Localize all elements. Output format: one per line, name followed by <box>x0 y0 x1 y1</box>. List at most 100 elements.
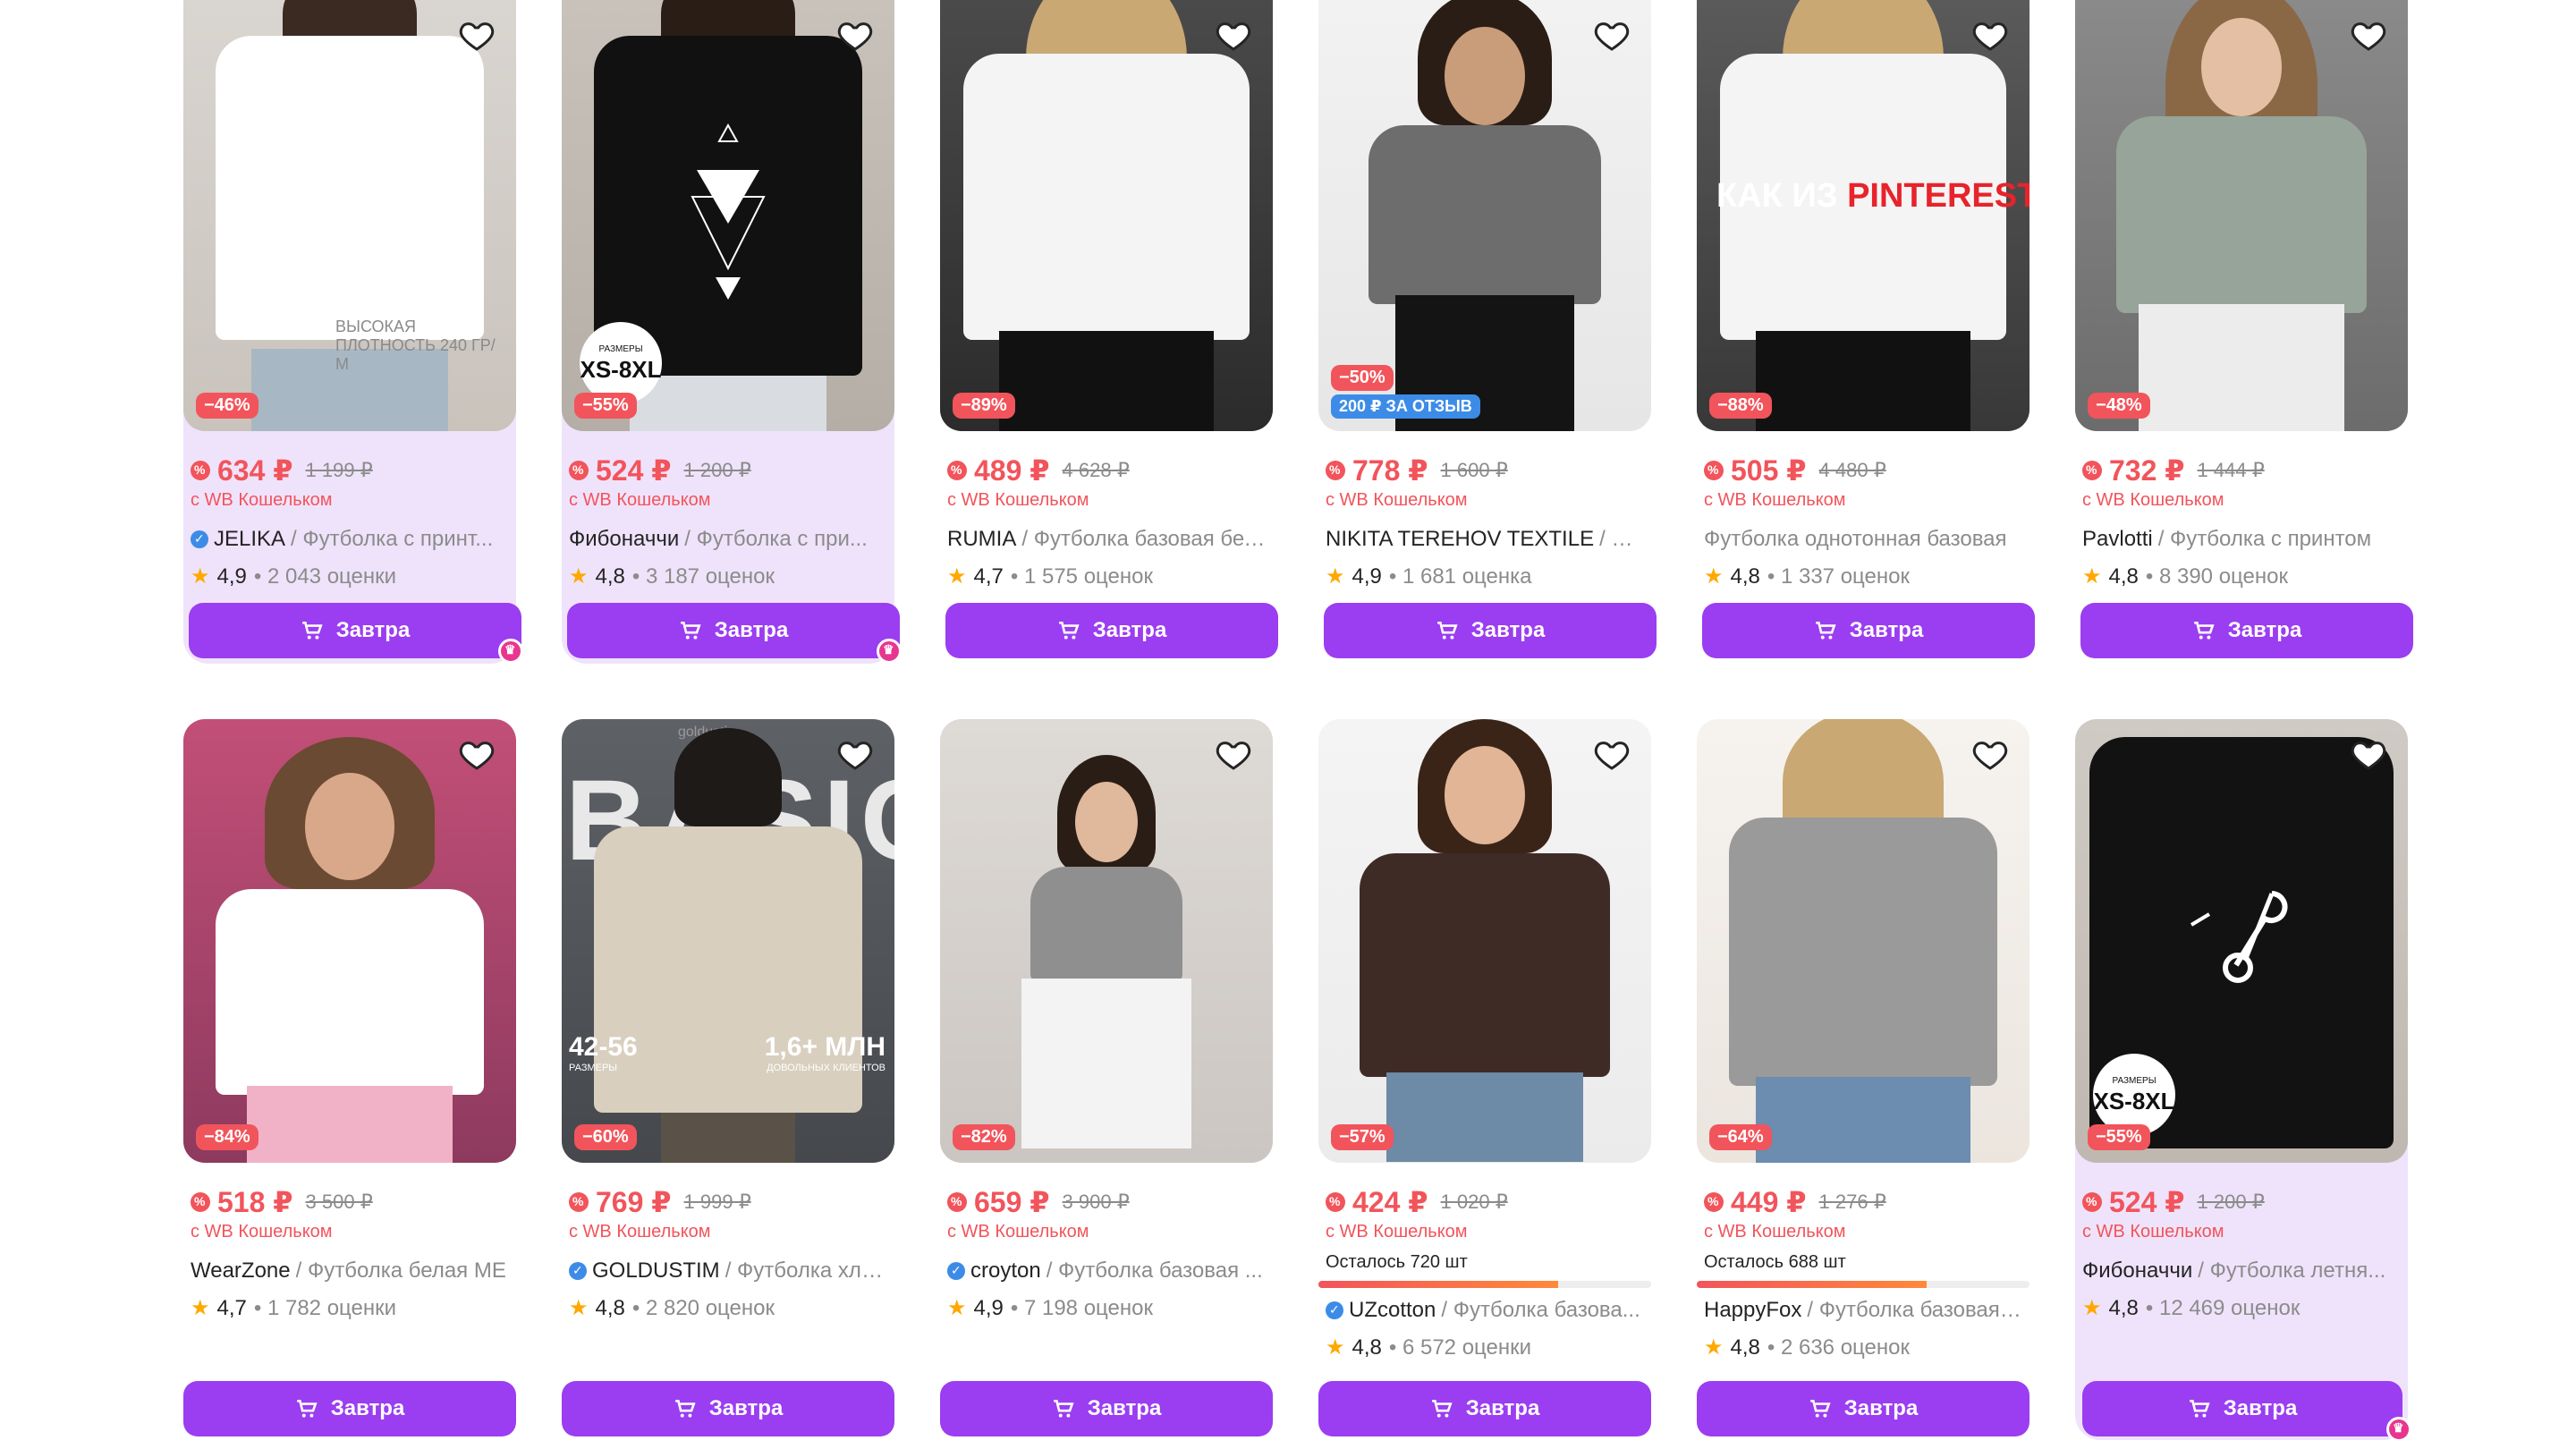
product-name[interactable]: Футболка с принтом <box>2170 527 2371 551</box>
product-name[interactable]: Футболка с при... <box>697 527 868 551</box>
product-name[interactable]: Футболка базовая ... <box>1819 1298 2022 1322</box>
price: 524 ₽ <box>596 454 672 487</box>
brand[interactable]: JELIKA <box>214 527 285 552</box>
add-to-cart-button[interactable]: Завтра <box>2080 603 2413 658</box>
product-card[interactable]: −82% 659 ₽ 3 900 ₽ с WB Кошельком croyton… <box>940 719 1273 1440</box>
product-image[interactable]: −57% <box>1318 719 1651 1163</box>
product-name[interactable]: Футболка базовая бел... <box>1034 527 1266 551</box>
star-icon: ★ <box>569 1296 589 1320</box>
favorite-heart-icon[interactable] <box>1970 735 2010 775</box>
product-name[interactable]: Фу... <box>1611 527 1644 551</box>
product-image[interactable]: −82% <box>940 719 1273 1163</box>
cart-button-label: Завтра <box>1849 618 1924 642</box>
brand[interactable]: UZcotton <box>1349 1298 1436 1323</box>
favorite-heart-icon[interactable] <box>1592 735 1631 775</box>
product-image[interactable]: −64% <box>1697 719 2029 1163</box>
product-name[interactable]: Футболка однотонная базовая <box>1704 527 2007 552</box>
size-range-caption: РАЗМЕРЫ <box>569 1063 618 1073</box>
price: 732 ₽ <box>2109 454 2185 487</box>
product-image[interactable]: ВЫСОКАЯ ПЛОТНОСТЬ 240 ГР/М −46% <box>183 0 516 431</box>
product-image[interactable]: −84% <box>183 719 516 1163</box>
wallet-label: с WB Кошельком <box>1326 490 1468 510</box>
wb-wallet-icon <box>569 461 589 480</box>
review-count[interactable]: 1 575 оценок <box>1024 564 1153 589</box>
wb-wallet-icon <box>1704 1192 1724 1212</box>
product-card[interactable]: РАЗМЕРЫXS-8XL −55% 524 ₽ 1 200 ₽ с WB Кош… <box>2075 719 2411 1442</box>
product-name[interactable]: Футболка базова... <box>1453 1298 1640 1322</box>
add-to-cart-button[interactable]: Завтра <box>189 603 523 664</box>
product-card[interactable]: −64% 449 ₽ 1 276 ₽ с WB Кошельком Осталос… <box>1697 719 2029 1440</box>
favorite-heart-icon[interactable] <box>1214 16 1253 55</box>
favorite-heart-icon[interactable] <box>1592 16 1631 55</box>
review-count[interactable]: 2 820 оценок <box>646 1296 775 1320</box>
brand[interactable]: Фибоначчи <box>569 527 679 552</box>
wb-wallet-icon <box>1326 461 1345 480</box>
favorite-heart-icon[interactable] <box>1214 735 1253 775</box>
favorite-heart-icon[interactable] <box>457 735 496 775</box>
product-name[interactable]: Футболка базовая ... <box>1058 1258 1263 1283</box>
cart-icon <box>1431 1400 1453 1418</box>
brand[interactable]: NIKITA TEREHOV TEXTILE <box>1326 527 1594 552</box>
review-count[interactable]: 8 390 оценок <box>2159 564 2288 589</box>
discount-badge: −64% <box>1709 1124 1772 1150</box>
review-count[interactable]: 1 337 оценок <box>1781 564 1910 589</box>
product-card[interactable]: ВЫСОКАЯ ПЛОТНОСТЬ 240 ГР/М −46% 634 ₽ 1 1… <box>183 0 523 664</box>
cart-icon <box>1815 622 1836 640</box>
add-to-cart-button[interactable]: Завтра <box>1702 603 2035 658</box>
review-count[interactable]: 3 187 оценок <box>646 564 775 589</box>
product-card[interactable]: BASIC goldustim 42-56РАЗМЕРЫ 1,6+ МЛНДОВ… <box>562 719 894 1440</box>
add-to-cart-button[interactable]: Завтра <box>183 1381 516 1436</box>
product-image[interactable]: −89% <box>940 0 1273 431</box>
add-to-cart-button[interactable]: Завтра <box>940 1381 1273 1436</box>
brand[interactable]: RUMIA <box>947 527 1016 552</box>
add-to-cart-button[interactable]: Завтра <box>2082 1381 2411 1442</box>
product-name[interactable]: Футболка хло... <box>737 1258 887 1283</box>
review-count[interactable]: 1 681 оценка <box>1402 564 1532 589</box>
add-to-cart-button[interactable]: Завтра <box>562 1381 894 1436</box>
review-count[interactable]: 1 782 оценки <box>267 1296 396 1320</box>
product-image[interactable]: КАК ИЗ PINTEREST −88% <box>1697 0 2029 431</box>
favorite-heart-icon[interactable] <box>2349 16 2388 55</box>
rating: 4,8 <box>1730 1335 1760 1360</box>
product-name[interactable]: Футболка с принт... <box>302 527 493 551</box>
product-card[interactable]: КАК ИЗ PINTEREST −88% 505 ₽ 4 480 ₽ с WB … <box>1697 0 2035 664</box>
product-card[interactable]: −89% 489 ₽4 628 ₽ с WB Кошельком RUMIA/ … <box>940 0 1278 664</box>
favorite-heart-icon[interactable] <box>2349 735 2388 775</box>
product-card[interactable]: −57% 424 ₽ 1 020 ₽ с WB Кошельком Осталос… <box>1318 719 1651 1440</box>
favorite-heart-icon[interactable] <box>835 16 875 55</box>
brand[interactable]: croyton <box>970 1258 1041 1284</box>
add-to-cart-button[interactable]: Завтра <box>945 603 1278 658</box>
add-to-cart-button[interactable]: Завтра <box>567 603 902 664</box>
review-count[interactable]: 2 636 оценок <box>1781 1335 1910 1360</box>
product-name[interactable]: Футболка белая МЕ <box>308 1258 506 1283</box>
favorite-heart-icon[interactable] <box>1970 16 2010 55</box>
review-count[interactable]: 12 469 оценок <box>2159 1296 2300 1320</box>
discount-badge: −82% <box>953 1124 1015 1150</box>
product-card[interactable]: −84% 518 ₽ 3 500 ₽ с WB Кошельком WearZon… <box>183 719 516 1440</box>
brand[interactable]: GOLDUSTIM <box>592 1258 720 1284</box>
cart-button-label: Завтра <box>330 1396 405 1420</box>
brand[interactable]: Фибоначчи <box>2082 1258 2192 1284</box>
product-card[interactable]: −50% 200 ₽ ЗА ОТЗЫВ 778 ₽ 1 600 ₽ с WB Ко… <box>1318 0 1657 664</box>
product-image[interactable]: РАЗМЕРЫ XS-8XL −55% <box>2075 719 2408 1163</box>
brand[interactable]: HappyFox <box>1704 1298 1801 1323</box>
add-to-cart-button[interactable]: Завтра <box>1324 603 1657 658</box>
brand[interactable]: Pavlotti <box>2082 527 2153 552</box>
review-count[interactable]: 7 198 оценок <box>1024 1296 1153 1320</box>
add-to-cart-button[interactable]: Завтра <box>1697 1381 2029 1436</box>
product-image[interactable]: −48% <box>2075 0 2408 431</box>
star-icon: ★ <box>569 564 589 589</box>
product-image[interactable]: РАЗМЕРЫ XS-8XL −55% <box>562 0 894 431</box>
review-count[interactable]: 6 572 оценки <box>1402 1335 1531 1360</box>
review-count[interactable]: 2 043 оценки <box>267 564 396 589</box>
favorite-heart-icon[interactable] <box>835 735 875 775</box>
add-to-cart-button[interactable]: Завтра <box>1318 1381 1651 1436</box>
product-card[interactable]: РАЗМЕРЫXS-8XL −55% 524 ₽ 1 200 ₽ с WB Кош… <box>562 0 902 664</box>
favorite-heart-icon[interactable] <box>457 16 496 55</box>
product-image[interactable]: −50% 200 ₽ ЗА ОТЗЫВ <box>1318 0 1651 431</box>
product-name[interactable]: Футболка летня... <box>2210 1258 2386 1283</box>
product-image[interactable]: BASIC goldustim 42-56РАЗМЕРЫ 1,6+ МЛНДОВ… <box>562 719 894 1163</box>
wallet-label: с WB Кошельком <box>191 490 333 510</box>
brand[interactable]: WearZone <box>191 1258 291 1284</box>
product-card[interactable]: −48% 732 ₽ 1 444 ₽ с WB Кошельком Pavlott… <box>2075 0 2413 664</box>
